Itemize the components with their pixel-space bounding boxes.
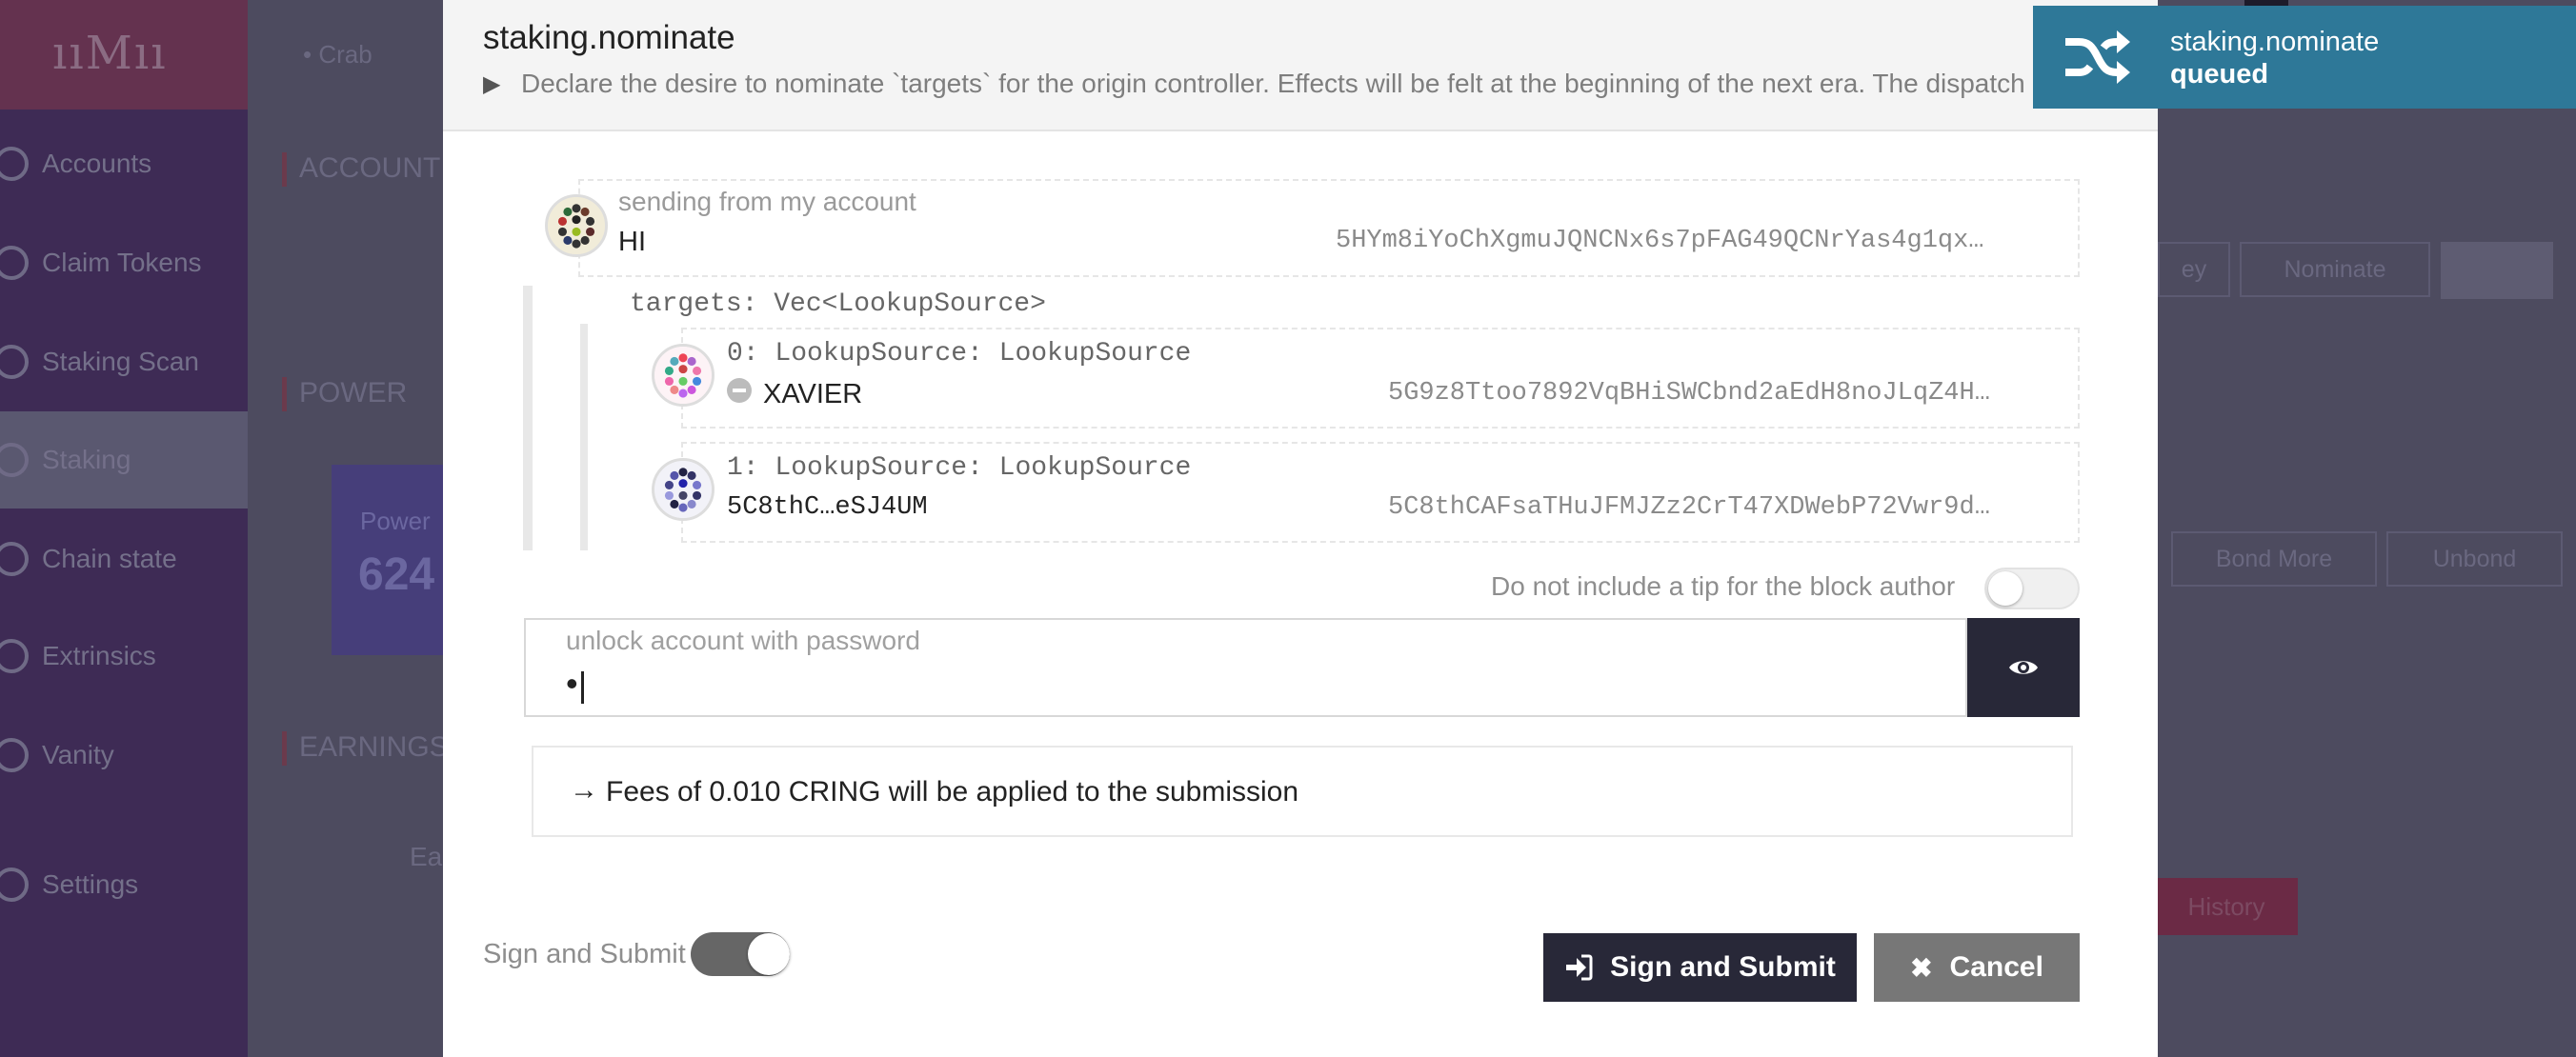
toast-title: staking.nominate bbox=[2170, 27, 2380, 57]
section-heading-power: POWER bbox=[281, 377, 408, 411]
power-value: 624 bbox=[358, 549, 435, 600]
target-1-address: 5C8thCAFsaTHuJFMJZz2CrT47XDWebP72Vwr9d… bbox=[1388, 493, 1990, 522]
sidebar-item-label: Staking bbox=[42, 445, 131, 474]
extrinsic-modal: staking.nominate ▶ Declare the desire to… bbox=[443, 0, 2158, 1057]
sender-account-address: 5HYm8iYoChXgmuJQNCNx6s7pFAG49QCNrYas4g1q… bbox=[1336, 227, 1984, 255]
sidebar-item-label: Accounts bbox=[42, 149, 152, 178]
sidebar-item-label: Extrinsics bbox=[42, 641, 156, 670]
power-card: Power 624 bbox=[332, 465, 455, 655]
redo-icon bbox=[0, 639, 29, 673]
sidebar-item-staking[interactable]: Staking bbox=[0, 411, 248, 509]
database-icon bbox=[0, 542, 29, 576]
identicon-svg bbox=[654, 347, 712, 404]
shuffle-icon bbox=[2065, 30, 2130, 84]
users-icon bbox=[0, 147, 29, 181]
nominate-button[interactable]: Nominate bbox=[2240, 242, 2430, 297]
call-documentation[interactable]: Declare the desire to nominate `targets`… bbox=[521, 69, 2158, 99]
section-heading-earnings: EARNINGS bbox=[282, 731, 449, 766]
gears-icon bbox=[0, 868, 29, 902]
show-password-button[interactable] bbox=[1967, 618, 2080, 717]
cancel-label: Cancel bbox=[1949, 951, 2043, 983]
password-input[interactable]: unlock account with password • bbox=[524, 618, 1967, 717]
section-heading-account: ACCOUNT bbox=[281, 152, 441, 187]
unbond-button[interactable]: Unbond bbox=[2386, 531, 2563, 587]
password-value: • bbox=[566, 664, 578, 703]
sign-in-icon bbox=[1564, 954, 1593, 981]
sidebar-item-vanity[interactable]: Vanity bbox=[0, 707, 248, 804]
sidebar-item-label: Staking Scan bbox=[42, 347, 199, 376]
sidebar-item-label: Chain state bbox=[42, 544, 177, 573]
fees-text: Fees of 0.010 CRING will be applied to t… bbox=[606, 776, 1299, 808]
tip-toggle-label: Do not include a tip for the block autho… bbox=[1491, 571, 1956, 601]
sidebar-item-label: Settings bbox=[42, 869, 139, 899]
logo: ııМıı bbox=[52, 27, 168, 80]
key-button[interactable]: ey bbox=[2158, 242, 2230, 297]
history-button[interactable]: History bbox=[2134, 878, 2298, 935]
status-toast[interactable]: staking.nominate queued bbox=[2033, 6, 2576, 109]
target-0-address: 5G9z8Ttoo7892VqBHiSWCbnd2aEdH8noJLqZ4H… bbox=[1388, 379, 1990, 408]
sidebar-item-settings[interactable]: Settings bbox=[0, 836, 248, 933]
sender-account-name: HI bbox=[618, 227, 646, 257]
sidebar-item-label: Claim Tokens bbox=[42, 248, 202, 277]
sidebar: ııМıı Accounts Claim Tokens Staking Scan… bbox=[0, 0, 248, 1057]
sign-and-submit-toggle[interactable] bbox=[691, 932, 790, 976]
target-1-identicon bbox=[652, 458, 714, 521]
gear-icon[interactable] bbox=[2441, 242, 2553, 299]
bond-more-button[interactable]: Bond More bbox=[2171, 531, 2377, 587]
target-0-identicon bbox=[652, 344, 714, 407]
sidebar-item-claim-tokens[interactable]: Claim Tokens bbox=[0, 214, 248, 311]
power-label: Power bbox=[360, 507, 431, 535]
sender-identicon bbox=[545, 194, 608, 257]
expand-documentation-icon[interactable]: ▶ bbox=[483, 70, 500, 98]
logo-area: ııМıı bbox=[0, 0, 248, 110]
close-icon: ✖ bbox=[1910, 952, 1933, 983]
text-caret bbox=[581, 671, 584, 704]
target-1-param-label: 1: LookupSource: LookupSource bbox=[727, 453, 1192, 483]
sign-and-submit-label: Sign and Submit bbox=[1610, 951, 1836, 983]
toast-status: queued bbox=[2170, 59, 2269, 90]
sidebar-item-extrinsics[interactable]: Extrinsics bbox=[0, 608, 248, 705]
vec-items-indent-bar bbox=[580, 324, 588, 550]
earnings-label: Ea bbox=[410, 842, 443, 871]
password-field-label: unlock account with password bbox=[566, 626, 920, 655]
eye-icon bbox=[2009, 661, 2038, 674]
toggle-knob bbox=[748, 933, 790, 975]
star-icon bbox=[0, 246, 29, 280]
toggle-knob bbox=[1988, 571, 2023, 606]
chain-selector[interactable]: • Crab bbox=[303, 40, 372, 70]
target-0-param-label: 0: LookupSource: LookupSource bbox=[727, 339, 1192, 369]
tip-toggle[interactable] bbox=[1984, 568, 2080, 609]
eye-icon bbox=[0, 345, 29, 379]
sidebar-item-accounts[interactable]: Accounts bbox=[0, 115, 248, 212]
target-1-account-name: 5C8thC…eSJ4UM bbox=[727, 493, 928, 522]
sidebar-item-staking-scan[interactable]: Staking Scan bbox=[0, 313, 248, 410]
identicon-svg bbox=[548, 197, 605, 254]
targets-param-label: targets: Vec<LookupSource> bbox=[630, 289, 1046, 319]
vec-indent-bar bbox=[523, 286, 533, 550]
identicon-svg bbox=[654, 461, 712, 518]
identity-neutral-icon bbox=[727, 378, 752, 403]
chain-name: Crab bbox=[318, 40, 372, 69]
sign-and-submit-button[interactable]: Sign and Submit bbox=[1543, 933, 1857, 1002]
sign-and-submit-toggle-label: Sign and Submit bbox=[483, 939, 686, 969]
sidebar-item-label: Vanity bbox=[42, 740, 114, 769]
users-icon bbox=[0, 738, 29, 772]
modal-title: staking.nominate bbox=[483, 19, 735, 56]
modal-header: staking.nominate ▶ Declare the desire to… bbox=[443, 0, 2158, 131]
target-0-account-name: XAVIER bbox=[763, 379, 863, 409]
history-button-label: History bbox=[2187, 891, 2265, 921]
sender-field-label: sending from my account bbox=[618, 187, 916, 216]
sidebar-item-chain-state[interactable]: Chain state bbox=[0, 510, 248, 608]
fees-notice: → Fees of 0.010 CRING will be applied to… bbox=[532, 746, 2073, 837]
stack-icon bbox=[0, 443, 29, 477]
arrow-right-icon: → bbox=[570, 774, 598, 806]
cancel-button[interactable]: ✖ Cancel bbox=[1874, 933, 2080, 1002]
